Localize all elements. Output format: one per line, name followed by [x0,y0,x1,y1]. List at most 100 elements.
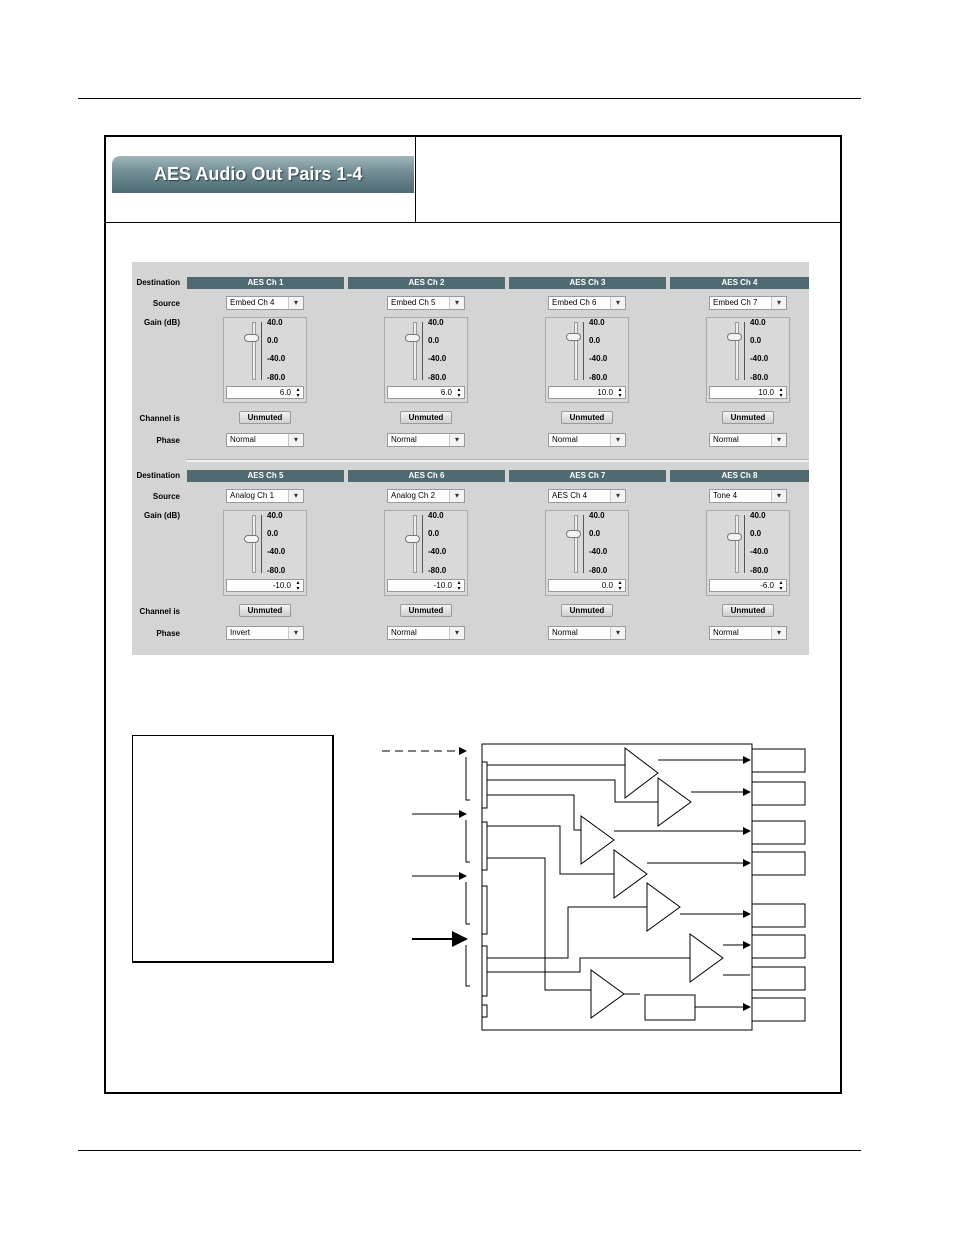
gain-input[interactable]: -10.0 ▴ ▾ [387,579,465,592]
source-select[interactable]: Embed Ch 7 ▾ [709,296,787,310]
gain-slider-thumb[interactable] [405,535,420,544]
destination-header: AES Ch 1 [187,277,344,289]
phase-value: Normal [552,628,578,637]
gain-control: 40.0 0.0 -40.0 -80.0 6.0 ▴ ▾ [223,317,307,403]
mute-button[interactable]: Unmuted [722,411,774,424]
chevron-down-icon[interactable]: ▾ [449,297,464,309]
source-value: Embed Ch 4 [230,298,275,307]
gain-input[interactable]: 6.0 ▴ ▾ [226,386,304,399]
gain-scale-label: 0.0 [267,336,279,345]
phase-value: Normal [713,435,739,444]
gain-slider-thumb[interactable] [244,334,259,343]
source-select[interactable]: AES Ch 4 ▾ [548,489,626,503]
gain-slider-track[interactable] [413,322,417,380]
gain-control: 40.0 0.0 -40.0 -80.0 10.0 ▴ ▾ [545,317,629,403]
label-channel-is: Channel is [139,607,180,616]
chevron-down-icon[interactable]: ▾ [771,490,786,502]
gain-scale-label: 40.0 [589,511,605,520]
mute-button[interactable]: Unmuted [722,604,774,617]
gain-input[interactable]: -10.0 ▴ ▾ [226,579,304,592]
label-gain: Gain (dB) [144,511,180,520]
gain-slider-track[interactable] [252,515,256,573]
phase-select[interactable]: Normal ▾ [387,626,465,640]
mute-button[interactable]: Unmuted [561,604,613,617]
gain-scale-label: 0.0 [428,529,440,538]
gain-slider-thumb[interactable] [566,332,581,341]
source-select[interactable]: Embed Ch 4 ▾ [226,296,304,310]
chevron-down-icon[interactable]: ▾ [449,490,464,502]
phase-select[interactable]: Normal ▾ [709,433,787,447]
gain-slider-track[interactable] [574,322,578,380]
gain-scale-label: -40.0 [750,547,769,556]
source-select[interactable]: Analog Ch 2 ▾ [387,489,465,503]
gain-slider-track[interactable] [252,322,256,380]
chevron-down-icon[interactable]: ▾ [449,627,464,639]
destination-header: AES Ch 2 [348,277,505,289]
spinner-arrows-icon[interactable]: ▴ ▾ [616,387,624,399]
spinner-arrows-icon[interactable]: ▴ ▾ [294,580,302,592]
mute-button[interactable]: Unmuted [400,604,452,617]
label-phase: Phase [156,436,180,445]
spinner-arrows-icon[interactable]: ▴ ▾ [777,580,785,592]
gain-slider-track[interactable] [735,515,739,573]
chevron-down-icon[interactable]: ▾ [288,490,303,502]
gain-input[interactable]: 6.0 ▴ ▾ [387,386,465,399]
chevron-down-icon[interactable]: ▾ [288,434,303,446]
mute-button[interactable]: Unmuted [239,604,291,617]
group-separator [186,459,809,462]
chevron-down-icon[interactable]: ▾ [288,627,303,639]
mute-button[interactable]: Unmuted [400,411,452,424]
chevron-down-icon[interactable]: ▾ [610,297,625,309]
gain-slider-track[interactable] [735,322,739,380]
chevron-down-icon[interactable]: ▾ [610,627,625,639]
gain-slider-thumb[interactable] [405,334,420,343]
spinner-arrows-icon[interactable]: ▴ ▾ [455,387,463,399]
phase-select[interactable]: Invert ▾ [226,626,304,640]
source-select[interactable]: Embed Ch 5 ▾ [387,296,465,310]
destination-header: AES Ch 4 [670,277,809,289]
spinner-arrows-icon[interactable]: ▴ ▾ [616,580,624,592]
mute-button[interactable]: Unmuted [561,411,613,424]
phase-select[interactable]: Normal ▾ [548,626,626,640]
gain-value: -10.0 [433,581,452,590]
label-source: Source [152,299,180,308]
gain-slider-thumb[interactable] [566,530,581,539]
spinner-arrows-icon[interactable]: ▴ ▾ [294,387,302,399]
gain-input[interactable]: 0.0 ▴ ▾ [548,579,626,592]
chevron-down-icon[interactable]: ▾ [449,434,464,446]
phase-select[interactable]: Normal ▾ [709,626,787,640]
gain-control: 40.0 0.0 -40.0 -80.0 -10.0 ▴ ▾ [223,510,307,596]
tab-banner[interactable]: AES Audio Out Pairs 1-4 [112,156,414,193]
spinner-arrows-icon[interactable]: ▴ ▾ [777,387,785,399]
spinner-arrows-icon[interactable]: ▴ ▾ [455,580,463,592]
gain-slider-track[interactable] [413,515,417,573]
chevron-down-icon[interactable]: ▾ [288,297,303,309]
gain-scale-ticks [583,322,588,380]
source-select[interactable]: Embed Ch 6 ▾ [548,296,626,310]
chevron-down-icon[interactable]: ▾ [610,434,625,446]
gain-input[interactable]: 10.0 ▴ ▾ [709,386,787,399]
mute-button[interactable]: Unmuted [239,411,291,424]
gain-slider-thumb[interactable] [727,533,742,542]
header-divider-horizontal [106,222,840,223]
chevron-down-icon[interactable]: ▾ [610,490,625,502]
source-select[interactable]: Analog Ch 1 ▾ [226,489,304,503]
gain-scale-label: -80.0 [750,566,769,575]
chevron-down-icon[interactable]: ▾ [771,627,786,639]
gain-input[interactable]: -6.0 ▴ ▾ [709,579,787,592]
chevron-down-icon[interactable]: ▾ [771,434,786,446]
phase-select[interactable]: Normal ▾ [548,433,626,447]
gain-input[interactable]: 10.0 ▴ ▾ [548,386,626,399]
label-phase: Phase [156,629,180,638]
gain-slider-thumb[interactable] [244,535,259,544]
source-select[interactable]: Tone 4 ▾ [709,489,787,503]
source-value: AES Ch 4 [552,491,588,500]
phase-select[interactable]: Normal ▾ [226,433,304,447]
destination-header: AES Ch 6 [348,470,505,482]
chevron-down-icon[interactable]: ▾ [771,297,786,309]
gain-slider-thumb[interactable] [727,332,742,341]
gain-scale-label: -40.0 [750,354,769,363]
source-value: Analog Ch 1 [230,491,275,500]
gain-slider-track[interactable] [574,515,578,573]
phase-select[interactable]: Normal ▾ [387,433,465,447]
